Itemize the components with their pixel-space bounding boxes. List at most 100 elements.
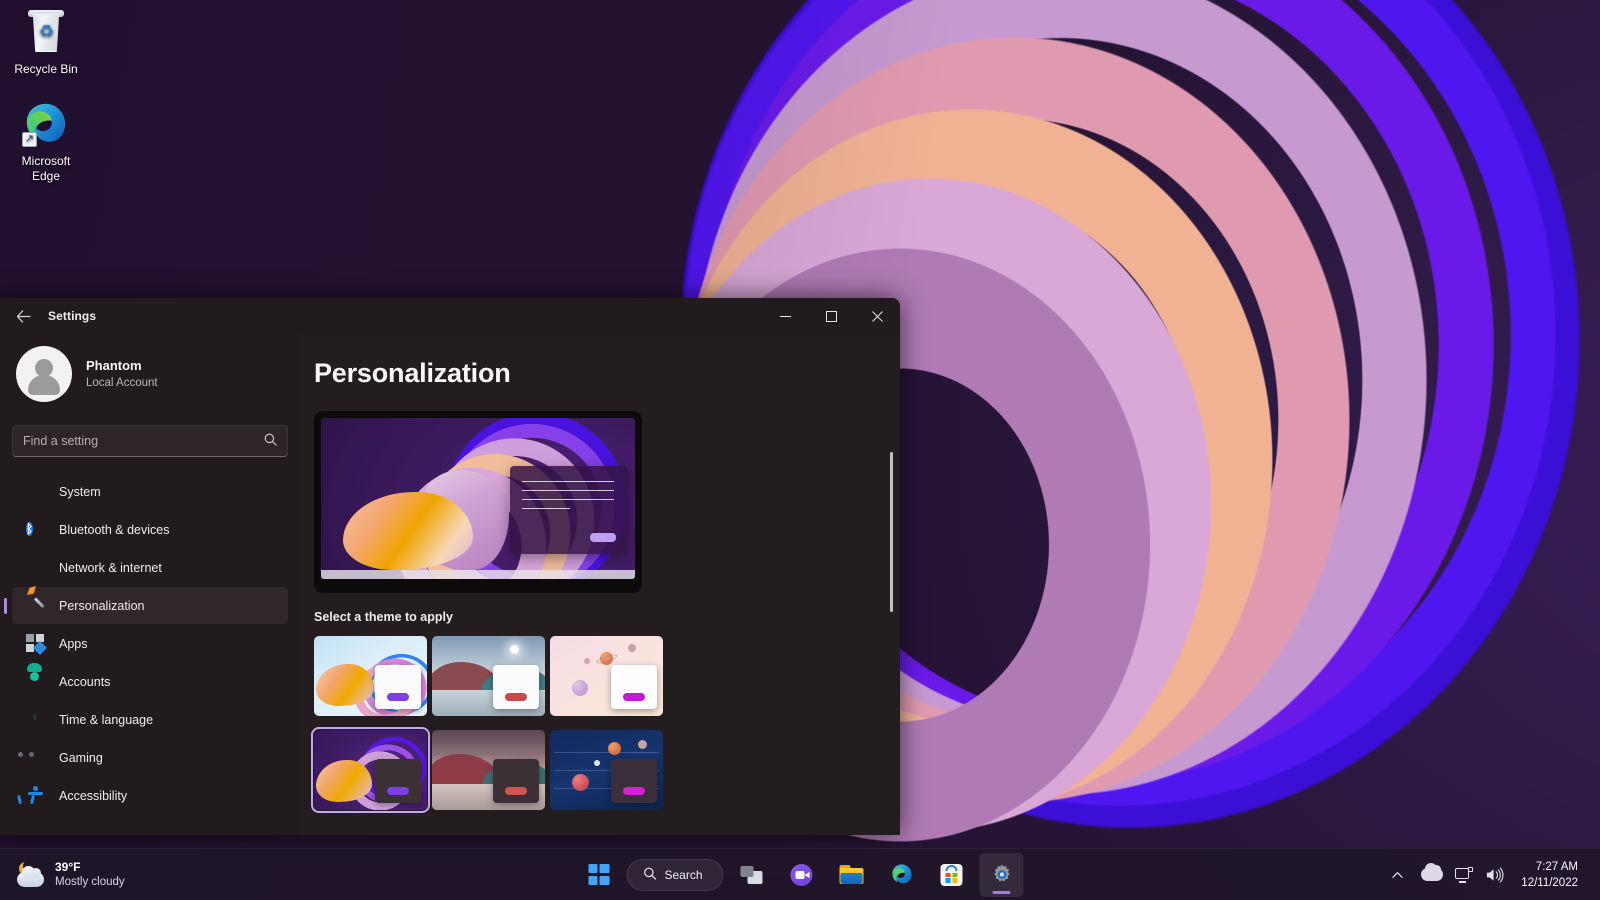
theme-preview-monitor[interactable] (314, 411, 642, 593)
sidebar-item-network-internet[interactable]: Network & internet (12, 549, 288, 586)
time-icon (26, 710, 45, 729)
taskbar-app-task-view[interactable] (730, 853, 774, 897)
page-title: Personalization (314, 334, 900, 389)
theme-accent-swatch (387, 787, 409, 795)
theme-window-mock (493, 665, 539, 709)
weather-temperature: 39°F (55, 860, 125, 875)
desktop-icon-recycle-bin[interactable]: ♻ Recycle Bin (0, 8, 92, 77)
back-button[interactable] (6, 301, 40, 331)
cloud-icon (1421, 868, 1443, 881)
theme-card-glow-light[interactable] (432, 636, 545, 716)
sidebar-item-label: Accounts (59, 675, 110, 689)
taskbar-system-tray: 7:27 AM 12/11/2022 (1383, 849, 1600, 900)
chat-icon (791, 864, 813, 886)
tray-status-group[interactable] (1411, 855, 1515, 895)
account-name: Phantom (86, 357, 158, 374)
taskbar-app-microsoft-edge[interactable] (880, 853, 924, 897)
night-cloudy-icon (16, 862, 46, 888)
start-icon (588, 864, 609, 885)
theme-card-flow-dark[interactable] (550, 730, 663, 810)
sidebar-item-apps[interactable]: Apps (12, 625, 288, 662)
sidebar-item-accounts[interactable]: Accounts (12, 663, 288, 700)
shortcut-arrow-icon: ↗ (22, 132, 37, 147)
settings-nav: System ᛒ Bluetooth & devices Network & i… (12, 473, 288, 814)
theme-accent-swatch (623, 787, 645, 795)
microsoft-edge-icon (890, 863, 913, 886)
theme-card-flow-light[interactable] (550, 636, 663, 716)
theme-window-mock (375, 759, 421, 803)
sidebar-item-accessibility[interactable]: Accessibility (12, 777, 288, 814)
settings-window[interactable]: Settings (0, 298, 900, 835)
account-tile[interactable]: Phantom Local Account (12, 334, 288, 416)
theme-window-mock (375, 665, 421, 709)
sidebar-item-label: Personalization (59, 599, 144, 613)
notification-area[interactable] (1592, 853, 1600, 897)
theme-preview-screen (321, 418, 635, 579)
close-button[interactable] (854, 298, 900, 334)
theme-window-mock (611, 665, 657, 709)
start-button[interactable] (576, 853, 620, 897)
sidebar-item-label: Gaming (59, 751, 103, 765)
apps-icon (26, 634, 45, 653)
preview-accent-swatch (590, 533, 616, 542)
avatar (16, 346, 72, 402)
theme-accent-swatch (623, 693, 645, 701)
sidebar-item-bluetooth-devices[interactable]: ᛒ Bluetooth & devices (12, 511, 288, 548)
minimize-button[interactable] (762, 298, 808, 334)
sidebar-item-label: System (59, 485, 101, 499)
taskbar-app-microsoft-store[interactable] (930, 853, 974, 897)
maximize-button[interactable] (808, 298, 854, 334)
window-title: Settings (48, 309, 96, 323)
sidebar-item-gaming[interactable]: Gaming (12, 739, 288, 776)
search-icon (264, 433, 277, 449)
taskbar-app-file-explorer[interactable] (830, 853, 874, 897)
search-input[interactable] (23, 434, 258, 448)
sidebar-item-time-language[interactable]: Time & language (12, 701, 288, 738)
theme-card-glow-dark[interactable] (432, 730, 545, 810)
window-titlebar[interactable]: Settings (0, 298, 900, 334)
tray-clock[interactable]: 7:27 AM 12/11/2022 (1515, 853, 1592, 897)
content-scrollbar[interactable] (890, 452, 893, 612)
taskbar-search-button[interactable]: Search (626, 859, 723, 891)
window-body: Phantom Local Account (0, 334, 900, 835)
taskbar-search-label: Search (664, 868, 702, 882)
file-explorer-icon (840, 865, 864, 884)
taskbar-center-group: Search (576, 853, 1023, 897)
tray-date: 12/11/2022 (1521, 875, 1578, 891)
taskbar-app-settings[interactable] (980, 853, 1024, 897)
desktop-icon-label: Recycle Bin (0, 62, 92, 77)
microsoft-store-icon (941, 864, 963, 886)
sidebar-item-label: Network & internet (59, 561, 162, 575)
taskbar-app-chat[interactable] (780, 853, 824, 897)
system-icon (26, 482, 45, 501)
settings-search-box[interactable] (12, 425, 288, 457)
network-tray-icon (1455, 867, 1473, 883)
gaming-icon (26, 748, 45, 767)
theme-accent-swatch (387, 693, 409, 701)
accessibility-icon (26, 786, 45, 805)
account-type: Local Account (86, 375, 158, 391)
sidebar-item-label: Bluetooth & devices (59, 523, 170, 537)
theme-card-windows-light[interactable] (314, 636, 427, 716)
theme-card-windows-dark[interactable] (314, 730, 427, 810)
tray-expand-chevron-icon[interactable] (1383, 855, 1411, 895)
taskbar-weather-widget[interactable]: 39°F Mostly cloudy (2, 853, 137, 897)
tray-time: 7:27 AM (1521, 859, 1578, 875)
sidebar-item-system[interactable]: System (12, 473, 288, 510)
weather-condition: Mostly cloudy (55, 875, 125, 890)
taskbar[interactable]: 39°F Mostly cloudy Search (0, 848, 1600, 900)
desktop[interactable]: ♻ Recycle Bin ↗ MicrosoftEdge (0, 0, 1600, 900)
task-view-icon (741, 866, 763, 884)
sidebar-item-label: Apps (59, 637, 88, 651)
settings-content: Personalization (300, 334, 900, 835)
theme-window-mock (611, 759, 657, 803)
sidebar-item-personalization[interactable]: Personalization (12, 587, 288, 624)
section-label: Select a theme to apply (314, 610, 900, 624)
preview-taskbar-mock (321, 570, 635, 579)
desktop-icon-microsoft-edge[interactable]: ↗ MicrosoftEdge (0, 100, 92, 184)
sidebar-item-label: Accessibility (59, 789, 127, 803)
sidebar-item-label: Time & language (59, 713, 153, 727)
settings-sidebar: Phantom Local Account (0, 334, 300, 835)
settings-gear-icon (990, 863, 1013, 886)
window-controls (762, 298, 900, 334)
